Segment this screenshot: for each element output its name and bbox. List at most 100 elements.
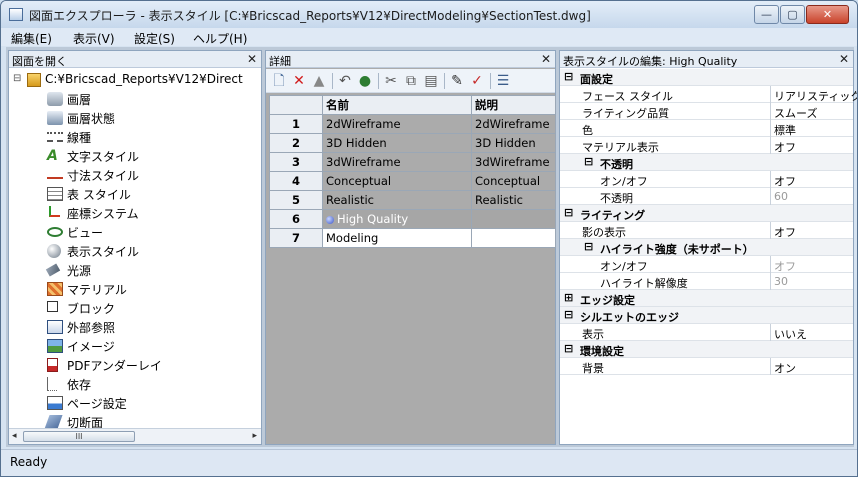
close-icon[interactable]: ✕ [839, 52, 849, 66]
style-description[interactable]: Conceptual [471, 171, 556, 191]
column-header-name[interactable]: 名前 [322, 95, 472, 115]
material-icon [47, 282, 63, 296]
style-name: High Quality [337, 212, 409, 226]
purge-icon[interactable]: ▲ [310, 72, 328, 90]
copy-icon[interactable]: ⧉ [402, 72, 420, 90]
category-environment[interactable]: ⊟ 環境設定 [560, 341, 853, 358]
tree-root-label: C:¥Bricscad_Reports¥V12¥Direct [45, 72, 243, 86]
style-description[interactable]: 2dWireframe [471, 114, 556, 134]
edit-icon[interactable]: ✎ [448, 72, 466, 90]
table-row[interactable]: 7 Modeling [269, 228, 556, 248]
block-icon [47, 301, 58, 312]
category-lighting[interactable]: ⊟ ライティング [560, 205, 853, 222]
style-description[interactable]: 3D Hidden [471, 133, 556, 153]
scroll-left-icon[interactable]: ◂ [12, 431, 17, 441]
undo-icon[interactable]: ↶ [336, 72, 354, 90]
expand-icon[interactable]: ⊞ [564, 291, 573, 304]
style-name-cell[interactable]: High Quality [322, 209, 472, 229]
purge-all-icon[interactable]: ✓ [468, 72, 486, 90]
category-edge-settings[interactable]: ⊞ エッジ設定 [560, 290, 853, 307]
menu-view[interactable]: 表示(V) [73, 30, 115, 47]
scroll-right-icon[interactable]: ▸ [252, 431, 257, 441]
collapse-icon[interactable]: ⊟ [564, 70, 573, 83]
details-pane-title: 詳細 [269, 55, 291, 68]
table-row[interactable]: 3 3dWireframe 3dWireframe [269, 152, 556, 172]
prop-silhouette-show[interactable]: 表示 いいえ [560, 324, 853, 341]
title-bar: 図面エクスプローラ - 表示スタイル [C:¥Bricscad_Reports¥… [1, 1, 857, 28]
style-name[interactable]: 3D Hidden [322, 133, 472, 153]
details-toolbar: 🗋 ✕ ▲ ↶ ● ✂ ⧉ ▤ ✎ ✓ ☰ [266, 69, 555, 93]
prop-opacity-value[interactable]: 不透明 60 [560, 188, 853, 205]
collapse-icon[interactable]: ⊟ [564, 308, 573, 321]
xref-icon [47, 320, 63, 334]
status-bar: Ready [1, 449, 857, 476]
scroll-thumb[interactable]: III [23, 431, 135, 442]
client-area: 図面を開く ✕ ⊟ C:¥Bricscad_Reports¥V12¥Direct… [6, 47, 857, 447]
close-icon[interactable]: ✕ [247, 52, 257, 66]
collapse-icon[interactable]: ⊟ [584, 240, 593, 253]
collapse-icon[interactable]: ⊟ [584, 155, 593, 168]
cut-icon[interactable]: ✂ [382, 72, 400, 90]
row-number: 2 [269, 133, 323, 153]
drawings-pane-title: 図面を開く [12, 55, 67, 68]
category-face-settings[interactable]: ⊟ 面設定 [560, 69, 853, 86]
table-row[interactable]: 5 Realistic Realistic [269, 190, 556, 210]
status-text: Ready [10, 455, 48, 469]
minimize-button[interactable]: — [754, 5, 779, 24]
page-setup-icon [47, 396, 63, 410]
style-description[interactable] [471, 209, 556, 229]
prop-material-display[interactable]: マテリアル表示 オフ [560, 137, 853, 154]
menu-help[interactable]: ヘルプ(H) [193, 30, 247, 47]
prop-highlight-resolution[interactable]: ハイライト解像度 30 [560, 273, 853, 290]
prop-shadow-display[interactable]: 影の表示 オフ [560, 222, 853, 239]
close-icon[interactable]: ✕ [541, 52, 551, 66]
prop-color[interactable]: 色標準 [560, 120, 853, 137]
prop-face-style[interactable]: フェース スタイル リアリスティック [560, 86, 857, 103]
column-header-description[interactable]: 説明 [471, 95, 556, 115]
table-row[interactable]: 2 3D Hidden 3D Hidden [269, 133, 556, 153]
close-window-button[interactable]: ✕ [806, 5, 849, 24]
style-name[interactable]: 2dWireframe [322, 114, 472, 134]
category-opacity[interactable]: ⊟ 不透明 [560, 154, 853, 171]
prop-opacity-onoff[interactable]: オン/オフ オフ [560, 171, 853, 188]
toolbar-separator [490, 73, 491, 89]
drawings-pane: 図面を開く ✕ ⊟ C:¥Bricscad_Reports¥V12¥Direct… [8, 50, 262, 445]
style-name[interactable]: Modeling [322, 228, 472, 248]
delete-icon[interactable]: ✕ [290, 72, 308, 90]
style-name[interactable]: Conceptual [322, 171, 472, 191]
category-highlight-intensity[interactable]: ⊟ ハイライト強度（未サポート） [560, 239, 853, 256]
collapse-icon[interactable]: ⊟ [13, 73, 21, 84]
horizontal-scrollbar[interactable]: ◂ III ▸ [9, 428, 261, 444]
details-pane: 詳細 ✕ 🗋 ✕ ▲ ↶ ● ✂ ⧉ ▤ ✎ ✓ ☰ 名前 説明 1 2dWir… [265, 50, 556, 445]
menu-edit[interactable]: 編集(E) [11, 30, 52, 47]
styles-table: 名前 説明 1 2dWireframe 2dWireframe 2 3D Hidden… [269, 95, 556, 248]
list-view-icon[interactable]: ☰ [494, 72, 512, 90]
ucs-icon [49, 206, 60, 217]
menu-settings[interactable]: 設定(S) [134, 30, 175, 47]
style-description[interactable]: 3dWireframe [471, 152, 556, 172]
corner-cell [269, 95, 323, 115]
style-name[interactable]: 3dWireframe [322, 152, 472, 172]
category-silhouette-edges[interactable]: ⊟ シルエットのエッジ [560, 307, 853, 324]
style-name[interactable]: Realistic [322, 190, 472, 210]
table-row[interactable]: 1 2dWireframe 2dWireframe [269, 114, 556, 134]
prop-highlight-onoff[interactable]: オン/オフ オフ [560, 256, 853, 273]
style-description[interactable] [471, 228, 556, 248]
regen-icon[interactable]: ● [356, 72, 374, 90]
app-icon [9, 8, 23, 21]
table-row[interactable]: 4 Conceptual Conceptual [269, 171, 556, 191]
collapse-icon[interactable]: ⊟ [564, 206, 573, 219]
row-number: 1 [269, 114, 323, 134]
edit-visual-style-pane: 表示スタイルの編集: High Quality ✕ ⊟ 面設定 フェース スタイル… [559, 50, 857, 445]
paste-icon[interactable]: ▤ [422, 72, 440, 90]
style-description[interactable]: Realistic [471, 190, 556, 210]
prop-background[interactable]: 背景 オン [560, 358, 853, 375]
collapse-icon[interactable]: ⊟ [564, 342, 573, 355]
row-number: 5 [269, 190, 323, 210]
table-row-selected[interactable]: 6 High Quality [269, 209, 556, 229]
prop-lighting-quality[interactable]: ライティング品質 スムーズ [560, 103, 853, 120]
table-header-row: 名前 説明 [269, 95, 556, 115]
new-icon[interactable]: 🗋 [270, 72, 288, 90]
maximize-button[interactable]: ▢ [780, 5, 805, 24]
toolbar-separator [332, 73, 333, 89]
